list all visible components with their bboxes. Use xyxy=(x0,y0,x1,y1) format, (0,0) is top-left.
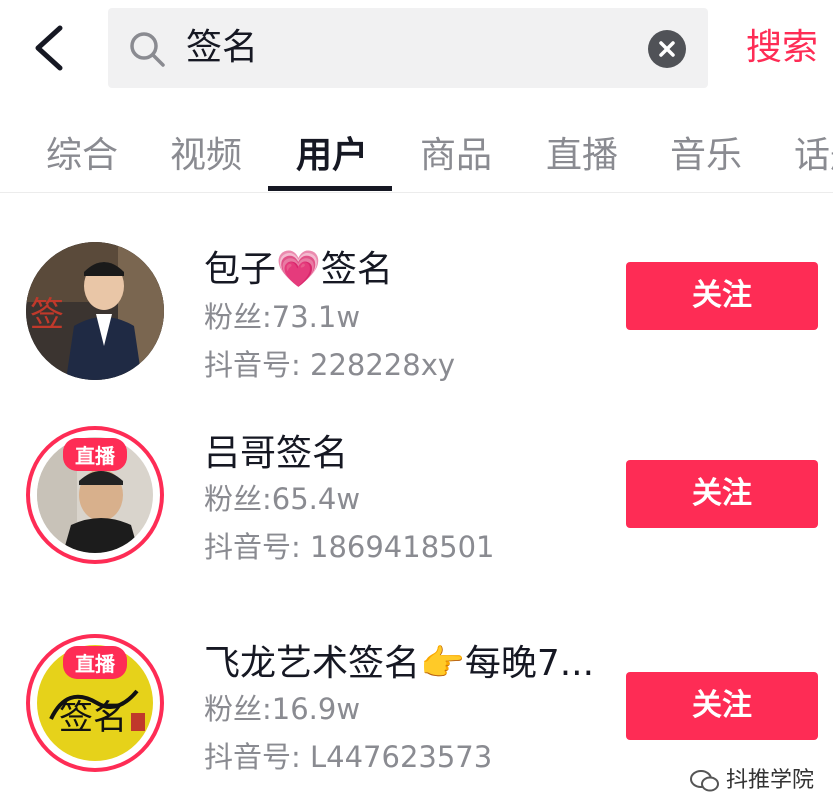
live-badge: 直播 xyxy=(63,438,127,471)
wechat-icon xyxy=(690,770,719,792)
follower-count: 粉丝:16.9w xyxy=(204,692,361,726)
avatar[interactable]: 直播 xyxy=(26,426,164,564)
avatar[interactable]: 签 xyxy=(26,242,164,380)
tab-comprehensive[interactable]: 综合 xyxy=(46,126,118,178)
search-icon xyxy=(130,32,165,67)
douyin-id: 抖音号: 1869418501 xyxy=(204,530,495,564)
avatar-signature: 签 xyxy=(30,295,64,335)
user-list-item[interactable]: 签 包子💗签名 粉丝:73.1w 抖音号: 228228xy 关注 xyxy=(0,214,833,404)
result-tabs: 综合 视频 用户 商品 直播 音乐 话题 xyxy=(0,100,833,193)
active-tab-indicator xyxy=(268,186,392,191)
douyin-id: 抖音号: L447623573 xyxy=(204,740,493,774)
tab-users[interactable]: 用户 xyxy=(296,126,368,178)
search-header: 搜索 xyxy=(0,0,833,100)
clear-icon[interactable] xyxy=(648,30,686,68)
follower-count: 粉丝:73.1w xyxy=(204,300,361,334)
watermark-text: 抖推学院 xyxy=(726,768,815,793)
user-name[interactable]: 吕哥签名 xyxy=(204,424,348,476)
tab-videos[interactable]: 视频 xyxy=(170,126,242,178)
user-name[interactable]: 飞龙艺术签名👉每晚7... xyxy=(204,634,594,686)
search-bar[interactable] xyxy=(108,8,708,88)
user-name[interactable]: 包子💗签名 xyxy=(204,240,393,292)
tab-music[interactable]: 音乐 xyxy=(670,126,742,178)
avatar[interactable]: 直播 签名 xyxy=(26,634,164,772)
back-arrow-icon[interactable] xyxy=(30,22,70,74)
watermark: 抖推学院 xyxy=(690,762,814,794)
tab-topics[interactable]: 话题 xyxy=(794,126,833,178)
live-badge: 直播 xyxy=(63,646,127,679)
avatar-signature: 签名 xyxy=(59,698,127,738)
user-list-item[interactable]: 直播 吕哥签名 粉丝:65.4w 抖音号: 1869418501 关注 xyxy=(0,404,833,594)
follow-button[interactable]: 关注 xyxy=(626,262,818,330)
search-button[interactable]: 搜索 xyxy=(746,20,818,76)
follow-button[interactable]: 关注 xyxy=(626,460,818,528)
tab-products[interactable]: 商品 xyxy=(420,126,492,178)
search-input[interactable] xyxy=(186,8,626,88)
follower-count: 粉丝:65.4w xyxy=(204,482,361,516)
follow-button[interactable]: 关注 xyxy=(626,672,818,740)
avatar-image: 签 xyxy=(26,242,164,380)
tab-live[interactable]: 直播 xyxy=(546,126,618,178)
douyin-id: 抖音号: 228228xy xyxy=(204,348,456,382)
